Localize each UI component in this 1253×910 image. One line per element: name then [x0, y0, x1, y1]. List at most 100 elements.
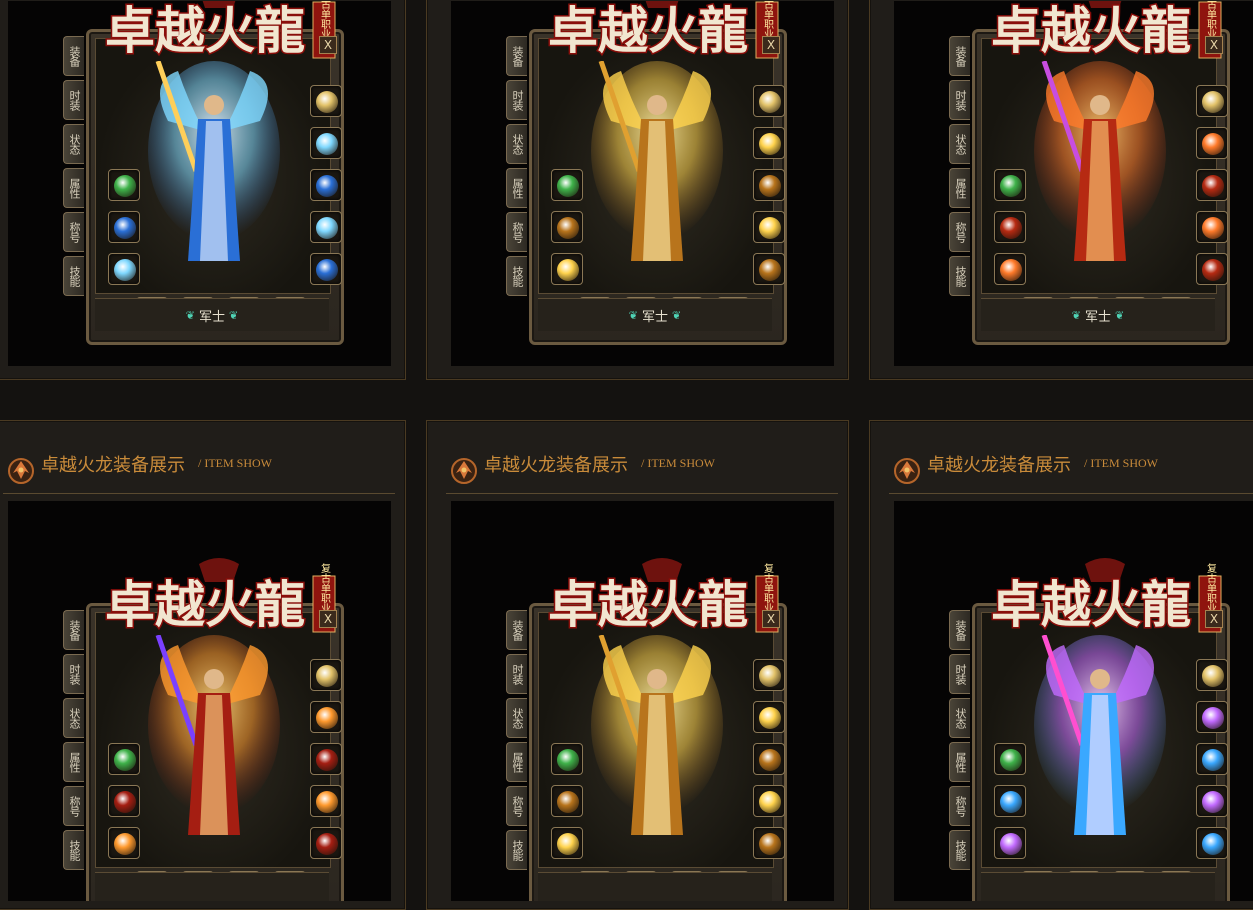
side-tab[interactable]: 称号 [949, 786, 970, 826]
equipment-slot[interactable] [753, 743, 785, 775]
close-button[interactable]: X [1205, 36, 1223, 54]
side-tab[interactable]: 技能 [949, 256, 970, 296]
equipment-slot[interactable] [753, 253, 785, 285]
side-tab[interactable]: 时装 [506, 654, 527, 694]
close-button[interactable]: X [319, 610, 337, 628]
equipment-slot[interactable] [108, 253, 140, 285]
equipment-slot[interactable] [753, 169, 785, 201]
equipment-slot[interactable] [108, 743, 140, 775]
equipment-item-icon [114, 217, 136, 239]
side-tab[interactable]: 属性 [506, 168, 527, 208]
side-tab[interactable]: 时装 [949, 80, 970, 120]
equipment-slot[interactable] [753, 659, 785, 691]
side-tab[interactable]: 状态 [949, 698, 970, 738]
side-tab[interactable]: 属性 [949, 168, 970, 208]
close-button[interactable]: X [762, 610, 780, 628]
side-tab[interactable]: 属性 [506, 742, 527, 782]
equipment-slot[interactable] [551, 743, 583, 775]
side-tab[interactable]: 技能 [506, 830, 527, 870]
side-tab[interactable]: 技能 [63, 256, 84, 296]
equipment-slot[interactable] [551, 169, 583, 201]
equipment-slot[interactable] [310, 827, 342, 859]
side-tab[interactable]: 装备 [949, 36, 970, 76]
equipment-slot[interactable] [753, 127, 785, 159]
equipment-slot[interactable] [310, 127, 342, 159]
side-tab[interactable]: 装备 [506, 36, 527, 76]
side-tab[interactable]: 称号 [949, 212, 970, 252]
equipment-slot[interactable] [1196, 827, 1228, 859]
equipment-slot[interactable] [108, 211, 140, 243]
equipment-slot[interactable] [310, 785, 342, 817]
equipment-slot[interactable] [753, 701, 785, 733]
equipment-slot[interactable] [1196, 659, 1228, 691]
equipment-item-icon [316, 175, 338, 197]
side-tab[interactable]: 状态 [949, 124, 970, 164]
close-button[interactable]: X [1205, 610, 1223, 628]
equipment-slot[interactable] [1196, 127, 1228, 159]
wing-icon: ❦ [185, 308, 195, 322]
equipment-slot[interactable] [994, 743, 1026, 775]
equipment-slot[interactable] [310, 211, 342, 243]
side-tab[interactable]: 时装 [949, 654, 970, 694]
side-tab[interactable]: 状态 [506, 698, 527, 738]
equipment-slot[interactable] [310, 169, 342, 201]
side-tab[interactable]: 称号 [63, 786, 84, 826]
side-tab[interactable]: 时装 [63, 654, 84, 694]
equipment-slot[interactable] [753, 785, 785, 817]
equipment-slot[interactable] [994, 827, 1026, 859]
equipment-slot[interactable] [108, 169, 140, 201]
side-tab[interactable]: 状态 [63, 124, 84, 164]
equipment-slot[interactable] [1196, 785, 1228, 817]
side-tab[interactable]: 状态 [63, 698, 84, 738]
side-tab[interactable]: 装备 [63, 610, 84, 650]
equipment-card-6: 卓越火龙装备展示 / ITEM SHOW 装备 时装 状态 属性 称号 技能 卓越火龍 复… [869, 420, 1253, 910]
equipment-slot[interactable] [753, 827, 785, 859]
equipment-item-icon [759, 133, 781, 155]
close-button[interactable]: X [762, 36, 780, 54]
equipment-slot[interactable] [1196, 169, 1228, 201]
equipment-slot[interactable] [753, 211, 785, 243]
equipment-slot[interactable] [994, 253, 1026, 285]
side-tab[interactable]: 装备 [506, 610, 527, 650]
equipment-slot[interactable] [1196, 701, 1228, 733]
close-button[interactable]: X [319, 36, 337, 54]
equipment-slot[interactable] [108, 827, 140, 859]
equipment-slot[interactable] [310, 743, 342, 775]
side-tab[interactable]: 技能 [949, 830, 970, 870]
side-tab[interactable]: 装备 [63, 36, 84, 76]
equipment-slot[interactable] [310, 701, 342, 733]
equipment-slot[interactable] [551, 785, 583, 817]
side-tab[interactable]: 状态 [506, 124, 527, 164]
side-tab[interactable]: 称号 [506, 212, 527, 252]
side-tab[interactable]: 装备 [949, 610, 970, 650]
equipment-slot[interactable] [551, 211, 583, 243]
equipment-slot[interactable] [753, 85, 785, 117]
equipment-item-icon [759, 175, 781, 197]
equipment-slot[interactable] [1196, 743, 1228, 775]
side-tab[interactable]: 时装 [506, 80, 527, 120]
side-tab[interactable]: 属性 [63, 168, 84, 208]
equipment-slot[interactable] [310, 659, 342, 691]
side-tab[interactable]: 称号 [63, 212, 84, 252]
equipment-card-5: 卓越火龙装备展示 / ITEM SHOW 装备 时装 状态 属性 称号 技能 卓越火龍 复… [426, 420, 849, 910]
equipment-slot[interactable] [1196, 253, 1228, 285]
equipment-slot[interactable] [551, 253, 583, 285]
wing-icon: ❦ [672, 308, 682, 322]
equipment-slot[interactable] [1196, 85, 1228, 117]
equipment-slot[interactable] [310, 253, 342, 285]
equipment-slot[interactable] [310, 85, 342, 117]
side-tab[interactable]: 属性 [949, 742, 970, 782]
side-tab[interactable]: 技能 [63, 830, 84, 870]
side-tab[interactable]: 属性 [63, 742, 84, 782]
equipment-slot[interactable] [994, 785, 1026, 817]
equipment-slot[interactable] [551, 827, 583, 859]
side-tab[interactable]: 技能 [506, 256, 527, 296]
equipment-slot[interactable] [1196, 211, 1228, 243]
equipment-slot[interactable] [994, 211, 1026, 243]
equipment-item-icon [1202, 707, 1224, 729]
equipment-slot[interactable] [994, 169, 1026, 201]
side-tab[interactable]: 时装 [63, 80, 84, 120]
side-tab[interactable]: 称号 [506, 786, 527, 826]
equipment-item-icon [1202, 175, 1224, 197]
equipment-slot[interactable] [108, 785, 140, 817]
